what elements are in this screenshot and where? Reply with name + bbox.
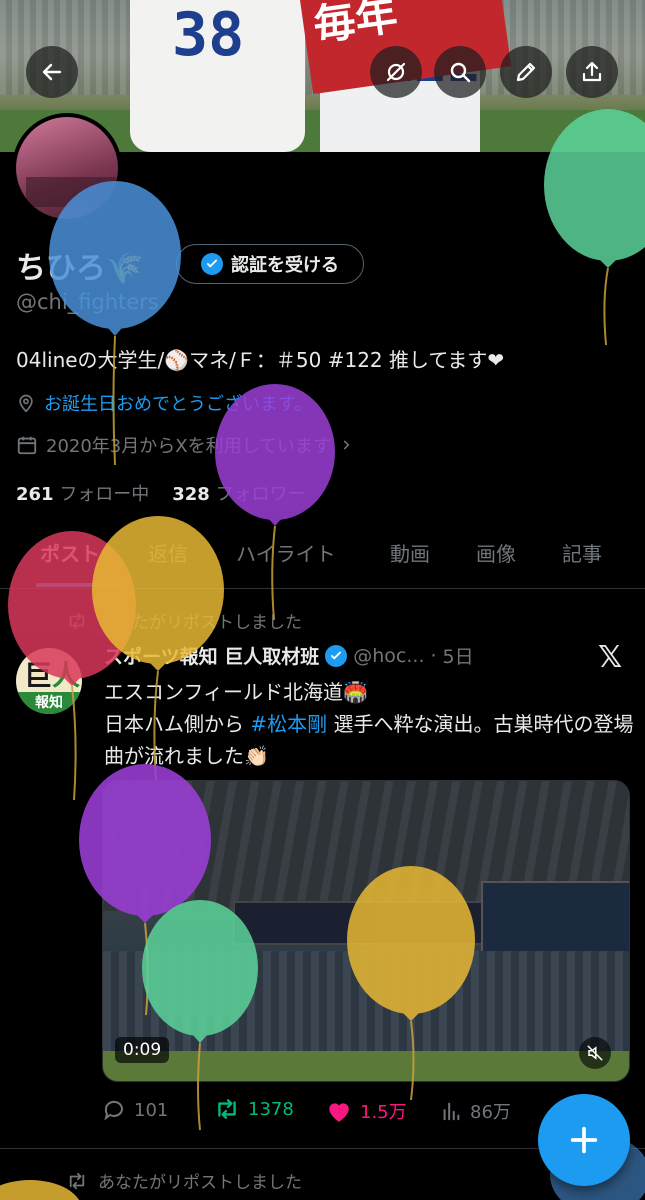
banner-jersey: 38 — [130, 0, 305, 152]
share-icon — [582, 61, 602, 82]
followers-link[interactable]: 328 フォロワー — [172, 484, 305, 505]
profile-tabs: ポスト 返信 ハイライト 動画 画像 記事 — [0, 530, 645, 576]
post-text: エスコンフィールド北海道🏟️ 日本ハム側から #松本剛 選手へ粋な演出。古巣時代… — [104, 676, 634, 772]
tab-media[interactable]: 画像 — [476, 538, 516, 567]
calendar-icon — [17, 436, 37, 455]
mute-icon — [587, 1045, 603, 1061]
edit-button[interactable] — [500, 46, 552, 98]
get-verified-label: 認証を受ける — [231, 255, 339, 276]
repost-icon — [69, 612, 85, 629]
video-ground — [103, 1051, 629, 1081]
search-icon — [450, 62, 471, 83]
profile-location: お誕生日おめでとうございます。 — [16, 390, 312, 416]
pencil-icon — [516, 62, 536, 82]
compose-button[interactable] — [538, 1094, 630, 1186]
jersey-number: 38 — [172, 0, 245, 70]
towel-text: 毎年 — [310, 0, 401, 51]
following-label: フォロー中 — [59, 484, 150, 505]
reply-count: 101 — [134, 1099, 169, 1121]
tab-highlights[interactable]: ハイライト — [236, 538, 336, 567]
reply-button[interactable]: 101 — [102, 1098, 168, 1122]
profile-bio: 04lineの大学生/⚾マネ/Ｆ：＃50 #122 推してます❤ — [16, 348, 505, 372]
repost-button[interactable]: 1378 — [214, 1098, 294, 1120]
follow-stats: 261 フォロー中 328 フォロワー — [16, 480, 306, 506]
following-link[interactable]: 261 フォロー中 — [16, 484, 149, 505]
active-tab-indicator — [36, 583, 120, 587]
location-pin-icon — [19, 394, 33, 413]
joined-text: 2020年3月からXを利用しています — [46, 436, 332, 457]
view-count: 86万 — [470, 1102, 511, 1123]
post-text-line: エスコンフィールド北海道🏟️ — [104, 680, 368, 704]
no-eye-icon — [386, 62, 406, 82]
tab-articles[interactable]: 記事 — [562, 538, 602, 567]
like-button[interactable]: 1.5万 — [326, 1098, 407, 1124]
back-button[interactable] — [26, 46, 78, 98]
following-count: 261 — [16, 484, 54, 505]
post-video[interactable]: 0:09 — [102, 780, 630, 1082]
verified-badge-icon — [325, 644, 348, 667]
arrow-left-icon — [42, 63, 62, 81]
post-author-name[interactable]: スポーツ報知 巨人取材班 — [104, 642, 319, 669]
repost-context: あなたがリポストしました — [66, 1168, 302, 1193]
verified-badge-icon — [201, 253, 223, 275]
like-count: 1.5万 — [360, 1102, 407, 1123]
search-button[interactable] — [434, 46, 486, 98]
video-stands — [103, 951, 629, 1051]
post-text-line: 日本ハム側から #松本剛 選手へ粋な演出。古巣時代の登場曲が流れました👏🏻 — [104, 708, 634, 772]
post-author-avatar[interactable]: 巨 人 報知 — [16, 648, 82, 714]
mute-button[interactable] — [579, 1037, 611, 1069]
heart-icon — [329, 1103, 349, 1122]
chevron-right-icon — [343, 440, 350, 450]
repost-context-label: あなたがリポストしました — [98, 1173, 302, 1193]
repost-icon — [218, 1099, 236, 1119]
post-text-span: 日本ハム側から — [104, 712, 251, 736]
video-duration: 0:09 — [115, 1037, 170, 1063]
tab-replies[interactable]: 返信 — [148, 538, 188, 567]
profile-avatar[interactable] — [12, 113, 122, 223]
views-button[interactable]: 86万 — [440, 1098, 511, 1124]
analytics-icon — [443, 1102, 460, 1121]
tab-videos[interactable]: 動画 — [390, 538, 430, 567]
get-verified-button[interactable]: 認証を受ける — [176, 244, 364, 284]
post-time[interactable]: 5日 — [443, 642, 474, 669]
video-scoreboard — [233, 901, 487, 945]
repost-count: 1378 — [248, 1098, 294, 1120]
hashtag-link[interactable]: #松本剛 — [250, 712, 327, 736]
followers-label: フォロワー — [215, 484, 306, 505]
followers-count: 328 — [172, 484, 210, 505]
balloon-blue — [49, 181, 181, 466]
avatar-glyph: 人 — [52, 659, 81, 692]
post-header: スポーツ報知 巨人取材班 @hoc... · 5日 — [104, 642, 474, 669]
reply-icon — [104, 1100, 123, 1121]
tab-posts[interactable]: ポスト — [40, 538, 100, 567]
profile-name: ちひろ🌾 — [16, 251, 144, 286]
share-button[interactable] — [566, 46, 618, 98]
video-screen — [481, 881, 629, 953]
avatar-glyph: 巨 — [24, 659, 53, 692]
post-author-handle[interactable]: @hoc... — [353, 645, 424, 667]
profile-joined[interactable]: 2020年3月からXを利用しています — [16, 432, 353, 458]
repost-icon — [69, 1172, 85, 1189]
repost-context-label: あなたがリポストしました — [98, 613, 302, 633]
location-text[interactable]: お誕生日おめでとうございます。 — [44, 390, 312, 416]
plus-icon — [570, 1126, 598, 1154]
avatar-label: 報知 — [16, 692, 82, 714]
repost-context: あなたがリポストしました — [66, 608, 302, 633]
hide-button[interactable] — [370, 46, 422, 98]
post-dot: · — [430, 644, 437, 667]
tabs-divider — [0, 588, 645, 589]
x-logo-icon: 𝕏 — [598, 640, 623, 675]
profile-handle: @chi_fighters — [16, 290, 159, 314]
